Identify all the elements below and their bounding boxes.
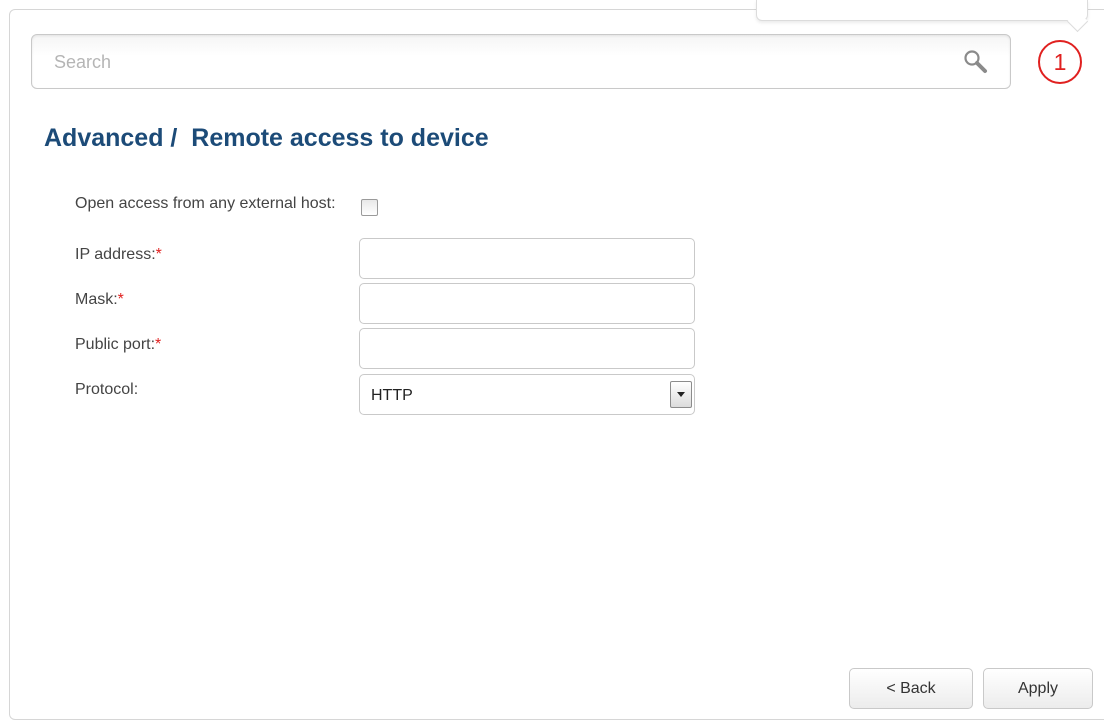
public-port-label: Public port:* [75,337,161,353]
open-access-label: Open access from any external host: [75,195,336,212]
notification-popup-tab [756,0,1088,21]
chevron-down-icon[interactable] [670,381,692,408]
ip-address-label: IP address:* [75,247,162,263]
required-marker: * [155,336,162,353]
protocol-label: Protocol: [75,381,139,398]
required-marker: * [117,291,124,308]
mask-label-text: Mask: [75,291,118,308]
search-bar [31,34,1011,90]
ip-address-field[interactable] [359,238,695,279]
public-port-field[interactable] [359,328,695,369]
back-button[interactable]: < Back [849,668,973,709]
search-input[interactable] [52,35,936,90]
protocol-selected-value: HTTP [371,387,413,404]
open-access-checkbox[interactable] [361,199,378,216]
required-marker: * [155,246,162,263]
mask-label: Mask:* [75,292,124,308]
protocol-select[interactable]: HTTP [359,374,695,415]
search-icon[interactable] [962,48,990,76]
mask-field[interactable] [359,283,695,324]
notification-badge[interactable]: 1 [1038,40,1082,84]
public-port-label-text: Public port: [75,336,156,353]
page: 1 Advanced / Remote access to device Ope… [0,0,1104,722]
apply-button[interactable]: Apply [983,668,1093,709]
ip-address-label-text: IP address: [75,246,156,263]
page-title: Advanced / Remote access to device [44,124,489,152]
